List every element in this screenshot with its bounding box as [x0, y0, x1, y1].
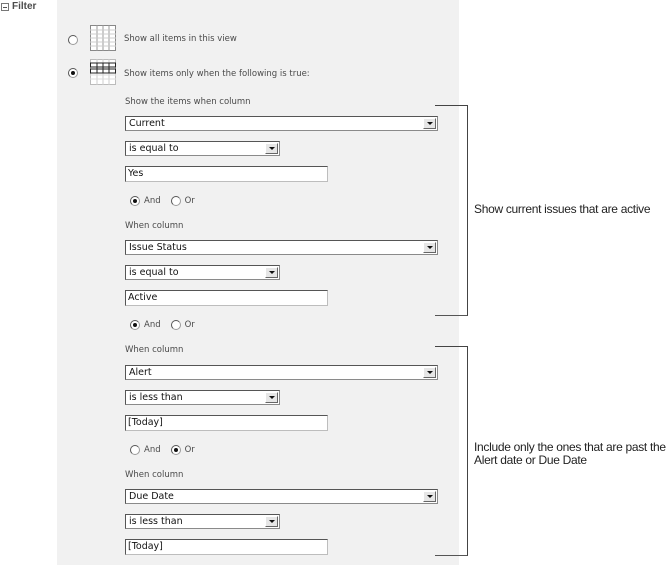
condition-4-column-select[interactable]: Due Date — [125, 489, 438, 504]
condition-1-operator-value: is equal to — [129, 143, 179, 154]
condition-3-operator-value: is less than — [129, 392, 183, 403]
show-all-items-label: Show all items in this view — [124, 34, 237, 44]
condition-4-label: When column — [125, 470, 184, 480]
table-grid-icon — [90, 25, 116, 51]
condition-3-join: And Or — [130, 445, 205, 455]
and-radio[interactable] — [130, 320, 140, 330]
annotation-2: Include only the ones that are past the … — [474, 441, 666, 467]
condition-2-join: And Or — [130, 320, 205, 330]
condition-1-operator-select[interactable]: is equal to — [125, 141, 280, 156]
condition-2-operator-select[interactable]: is equal to — [125, 265, 280, 280]
annotation-bracket-2 — [435, 346, 468, 556]
annotation-1: Show current issues that are active — [474, 202, 651, 216]
or-radio[interactable] — [170, 196, 181, 206]
or-label: Or — [184, 196, 195, 206]
condition-2-operator-value: is equal to — [129, 267, 179, 278]
condition-4-column-value: Due Date — [129, 491, 174, 502]
filter-section-header[interactable]: Filter — [1, 1, 36, 12]
condition-2-label: When column — [125, 221, 184, 231]
show-filtered-items-radio[interactable] — [68, 68, 78, 78]
and-label: And — [144, 320, 161, 330]
chevron-down-icon[interactable] — [265, 143, 278, 154]
or-option[interactable]: Or — [170, 320, 195, 330]
and-option[interactable]: And — [130, 196, 161, 206]
condition-1-column-value: Current — [129, 118, 165, 129]
and-radio[interactable] — [130, 445, 140, 455]
condition-3-operator-select[interactable]: is less than — [125, 390, 280, 405]
condition-4-operator-select[interactable]: is less than — [125, 514, 280, 529]
annotation-bracket-1 — [435, 105, 468, 316]
condition-3-column-value: Alert — [129, 367, 152, 378]
condition-1-value-input[interactable]: Yes — [125, 166, 328, 182]
and-radio[interactable] — [130, 196, 140, 206]
and-option[interactable]: And — [130, 320, 161, 330]
chevron-down-icon[interactable] — [265, 267, 278, 278]
condition-4-operator-value: is less than — [129, 516, 183, 527]
condition-1-join: And Or — [130, 196, 205, 206]
and-option[interactable]: And — [130, 445, 161, 455]
or-radio[interactable] — [170, 445, 181, 455]
or-label: Or — [184, 445, 195, 455]
condition-2-value-input[interactable]: Active — [125, 290, 328, 306]
condition-3-column-select[interactable]: Alert — [125, 365, 438, 380]
collapse-minus-icon[interactable] — [1, 2, 9, 11]
condition-3-value-input[interactable]: [Today] — [125, 415, 328, 431]
annotation-1-text: Show current issues that are active — [474, 202, 651, 216]
chevron-down-icon[interactable] — [265, 392, 278, 403]
and-label: And — [144, 445, 161, 455]
filter-section-title: Filter — [12, 1, 37, 12]
or-radio[interactable] — [170, 320, 181, 330]
condition-2-column-select[interactable]: Issue Status — [125, 240, 438, 255]
or-option[interactable]: Or — [170, 196, 195, 206]
filter-panel — [57, 0, 459, 565]
chevron-down-icon[interactable] — [265, 516, 278, 527]
show-all-items-radio[interactable] — [68, 35, 78, 45]
show-filtered-items-label: Show items only when the following is tr… — [124, 69, 310, 79]
condition-2-column-value: Issue Status — [129, 242, 187, 253]
condition-4-value-input[interactable]: [Today] — [125, 539, 328, 555]
table-filtered-grid-icon — [90, 59, 116, 85]
or-option[interactable]: Or — [170, 445, 195, 455]
condition-1-column-select[interactable]: Current — [125, 116, 438, 131]
condition-1-label: Show the items when column — [125, 97, 251, 107]
condition-3-label: When column — [125, 345, 184, 355]
annotation-2-line-2: Alert date or Due Date — [474, 453, 587, 467]
or-label: Or — [184, 320, 195, 330]
and-label: And — [144, 196, 161, 206]
